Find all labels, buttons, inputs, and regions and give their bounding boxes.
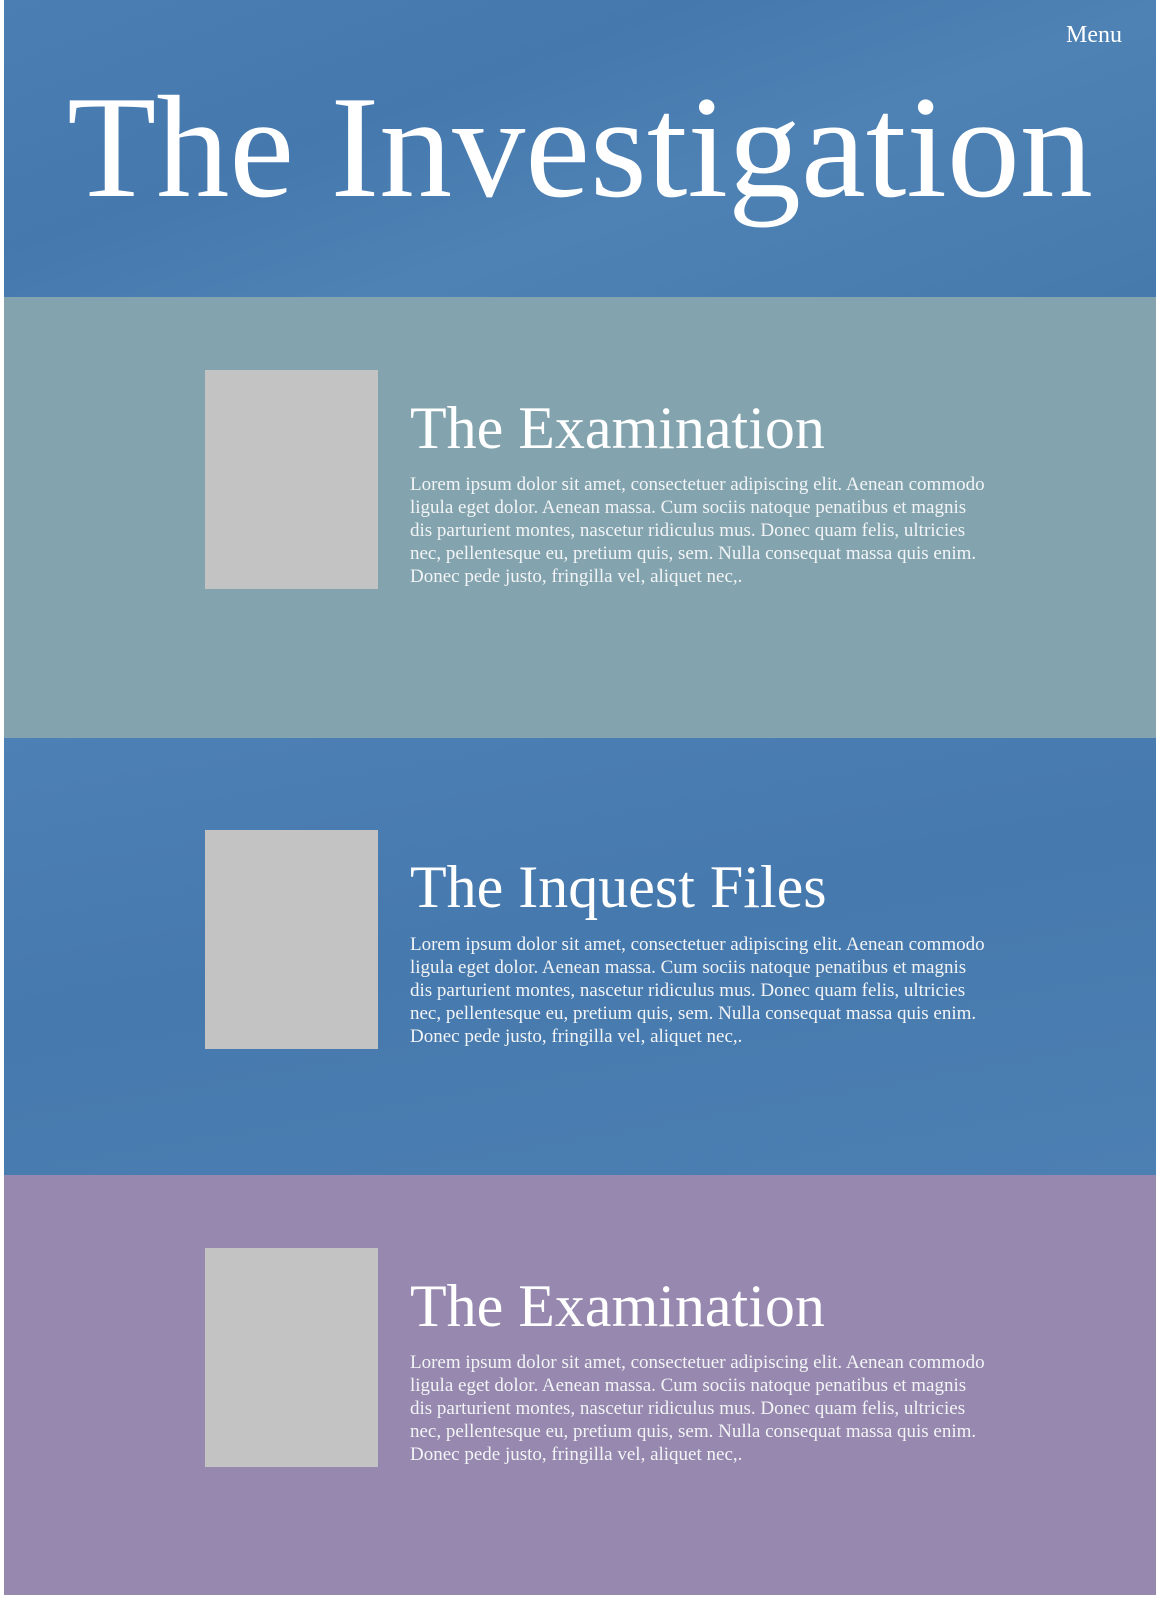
site-header: Menu The Investigation [4, 0, 1156, 297]
section-title: The Inquest Files [410, 854, 827, 920]
menu-link[interactable]: Menu [1066, 22, 1122, 49]
section-examination-2: The Examination Lorem ipsum dolor sit am… [4, 1175, 1156, 1595]
section-thumbnail [205, 1248, 378, 1467]
section-thumbnail [205, 370, 378, 589]
section-body: Lorem ipsum dolor sit amet, consectetuer… [410, 1352, 985, 1465]
section-body: Lorem ipsum dolor sit amet, consectetuer… [410, 474, 985, 587]
section-title: The Examination [410, 395, 825, 461]
section-inquest-files: The Inquest Files Lorem ipsum dolor sit … [4, 738, 1156, 1175]
section-title: The Examination [410, 1273, 825, 1339]
section-examination-1: The Examination Lorem ipsum dolor sit am… [4, 297, 1156, 738]
section-thumbnail [205, 830, 378, 1049]
page: Menu The Investigation The Examination L… [0, 0, 1160, 1603]
section-body: Lorem ipsum dolor sit amet, consectetuer… [410, 934, 985, 1047]
site-title: The Investigation [67, 66, 1093, 228]
